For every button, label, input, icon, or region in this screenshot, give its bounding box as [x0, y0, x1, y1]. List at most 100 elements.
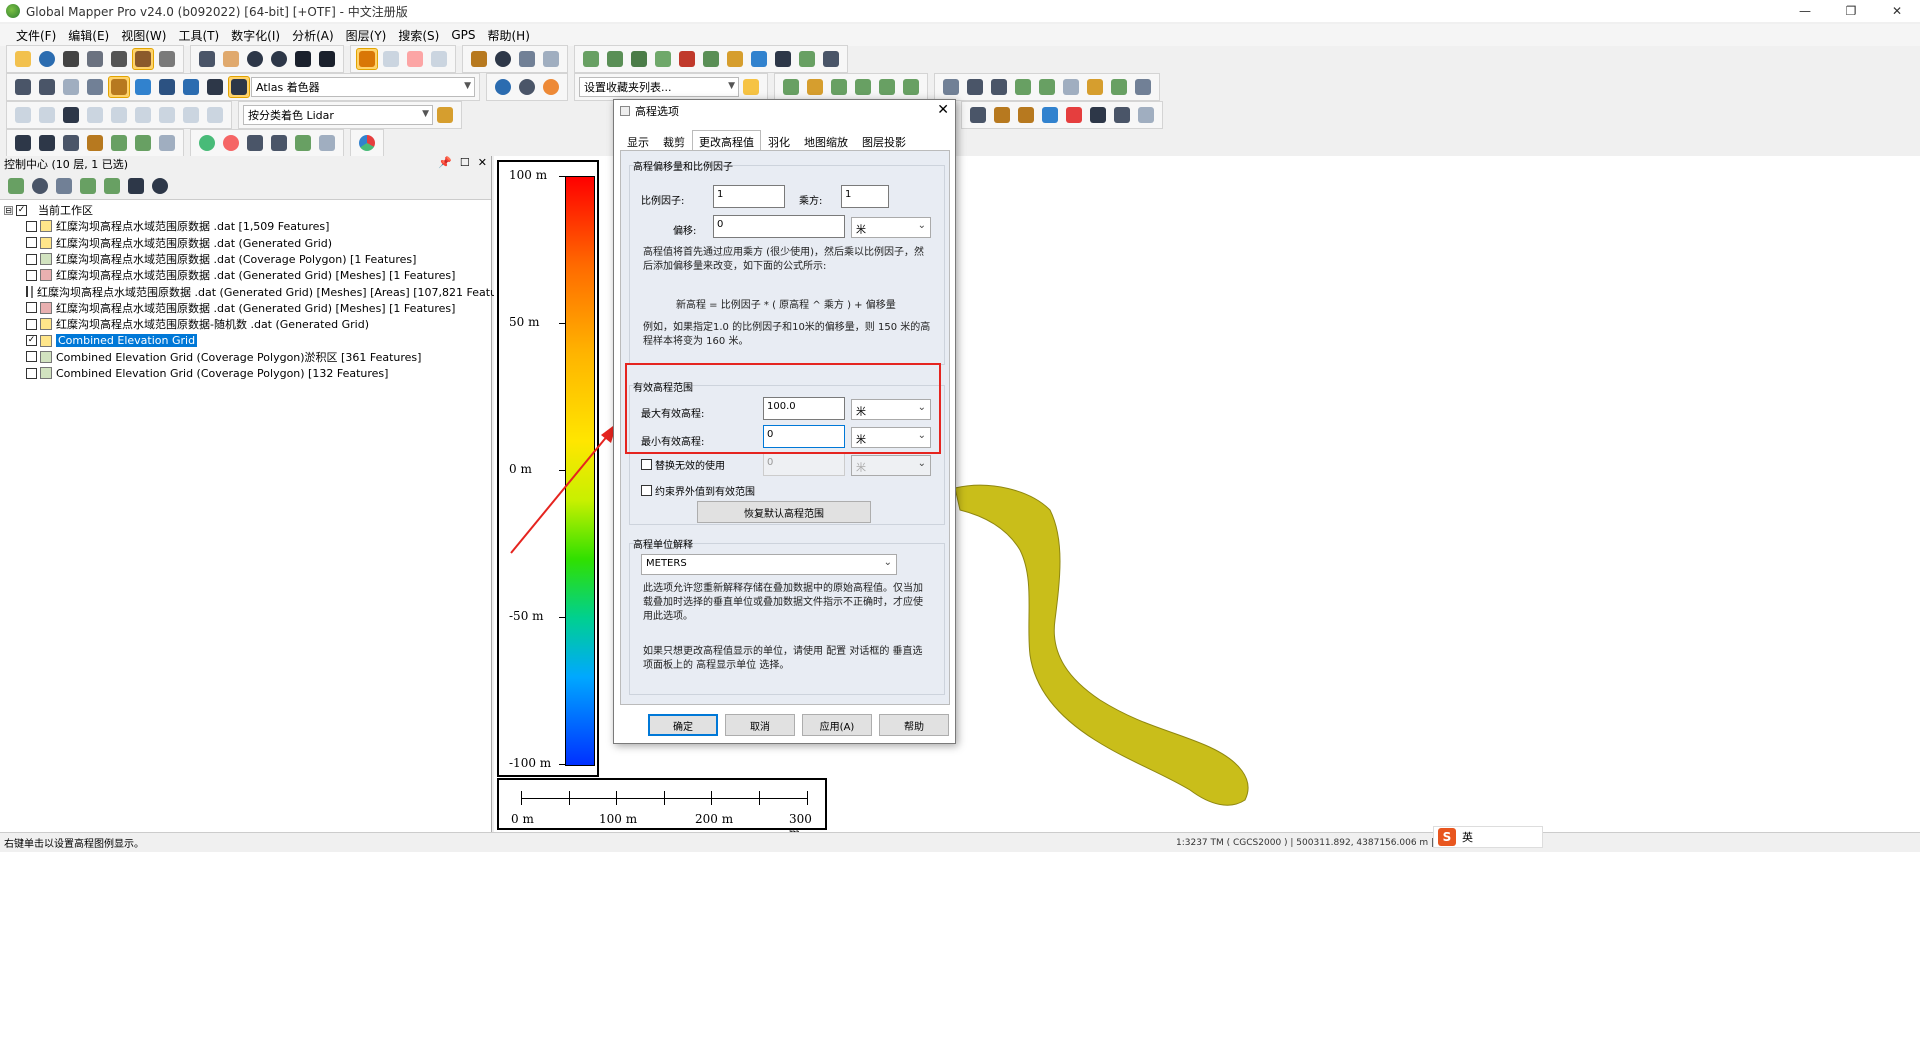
layer-checkbox[interactable]	[26, 302, 37, 314]
lidar-button-1[interactable]	[780, 76, 802, 98]
pin-icon[interactable]: 📌	[438, 156, 452, 169]
layer-row[interactable]: Combined Elevation Grid (Coverage Polygo…	[4, 365, 487, 381]
menu-help[interactable]: 帮助(H)	[482, 27, 536, 44]
zoom-out-button[interactable]	[268, 48, 290, 70]
vertex-button-2[interactable]	[36, 104, 58, 126]
attribute-table-button[interactable]	[53, 175, 75, 197]
close-button[interactable]: ✕	[1874, 0, 1920, 22]
terrain-button-2[interactable]	[604, 48, 626, 70]
gps-tool-5[interactable]	[108, 132, 130, 154]
vertex-button-9[interactable]	[204, 104, 226, 126]
online-data-button[interactable]	[492, 76, 514, 98]
viewshed-button[interactable]	[772, 48, 794, 70]
layer-row[interactable]: 红糜沟坝高程点水域范围原数据 .dat (Generated Grid) [Me…	[4, 300, 487, 316]
menu-layer[interactable]: 图层(Y)	[340, 27, 393, 44]
menu-file[interactable]: 文件(F)	[10, 27, 62, 44]
save-button[interactable]	[60, 48, 82, 70]
layer-add-button[interactable]	[77, 175, 99, 197]
digitizer-button[interactable]	[356, 48, 378, 70]
layer-row[interactable]: 红糜沟坝高程点水域范围原数据 .dat [1,509 Features]	[4, 218, 487, 234]
lidar-tool-3[interactable]	[988, 76, 1010, 98]
contour-button[interactable]	[724, 48, 746, 70]
shader-button-1[interactable]	[132, 76, 154, 98]
terrain-button-4[interactable]	[652, 48, 674, 70]
layer-remove-button[interactable]	[149, 175, 171, 197]
feature-button-5[interactable]	[1063, 104, 1085, 126]
select-button[interactable]	[380, 48, 402, 70]
offset-input[interactable]: 0	[713, 215, 845, 238]
shader-button-2[interactable]	[156, 76, 178, 98]
layer-search-button[interactable]	[101, 175, 123, 197]
menu-digitize[interactable]: 数字化(I)	[225, 27, 286, 44]
lidar-tool-4[interactable]	[1012, 76, 1034, 98]
delete-button[interactable]	[404, 48, 426, 70]
lidar-color-select[interactable]: 按分类着色 Lidar ▼	[243, 105, 433, 125]
hillshade-button[interactable]	[108, 76, 130, 98]
minimize-button[interactable]: —	[1782, 0, 1828, 22]
config-button[interactable]	[108, 48, 130, 70]
feature-button-8[interactable]	[1135, 104, 1157, 126]
shader-button-5[interactable]	[228, 76, 250, 98]
terrain-button-1[interactable]	[580, 48, 602, 70]
lidar-tool-6[interactable]	[1060, 76, 1082, 98]
lidar-button-6[interactable]	[900, 76, 922, 98]
vertex-button-8[interactable]	[180, 104, 202, 126]
home-button[interactable]	[316, 48, 338, 70]
workspace-node[interactable]: ⊟ ✓ 当前工作区	[4, 202, 487, 218]
record-button-3[interactable]	[292, 132, 314, 154]
replace-invalid-unit-select[interactable]: 米 ⌄	[851, 455, 931, 476]
clamp-checkbox[interactable]	[641, 485, 652, 496]
feature-button-7[interactable]	[1111, 104, 1133, 126]
menu-gps[interactable]: GPS	[445, 28, 481, 42]
restore-button[interactable]: ❐	[1828, 0, 1874, 22]
layer-checkbox[interactable]: ✓	[26, 335, 37, 347]
workspace-checkbox[interactable]: ✓	[16, 204, 27, 216]
menu-edit[interactable]: 编辑(E)	[62, 27, 115, 44]
gps-tool-2[interactable]	[36, 132, 58, 154]
gps-tool-6[interactable]	[132, 132, 154, 154]
lidar-tool-7[interactable]	[1084, 76, 1106, 98]
edit-button[interactable]	[428, 48, 450, 70]
lidar-tool-2[interactable]	[964, 76, 986, 98]
play-button[interactable]	[196, 132, 218, 154]
info-button[interactable]	[492, 48, 514, 70]
zoom-box-button[interactable]	[196, 48, 218, 70]
scale-factor-input[interactable]: 1	[713, 185, 785, 208]
record-button-1[interactable]	[244, 132, 266, 154]
open-folder-button[interactable]	[12, 48, 34, 70]
menu-search[interactable]: 搜索(S)	[392, 27, 445, 44]
menu-analysis[interactable]: 分析(A)	[286, 27, 340, 44]
ok-button[interactable]: 确定	[648, 714, 718, 736]
replace-invalid-input[interactable]: 0	[763, 453, 845, 476]
export-button[interactable]	[84, 48, 106, 70]
shader-select[interactable]: Atlas 着色器 ▼	[251, 77, 475, 97]
dialog-close-button[interactable]: ✕	[937, 102, 949, 118]
vertex-button-6[interactable]	[132, 104, 154, 126]
power-input[interactable]: 1	[841, 185, 889, 208]
tab-display[interactable]: 显示	[620, 130, 656, 150]
measure-button[interactable]	[468, 48, 490, 70]
close-panel-icon[interactable]: ✕	[478, 156, 487, 169]
help-button[interactable]: 帮助	[879, 714, 949, 736]
zoom-to-layer-button[interactable]	[5, 175, 27, 197]
layer-row[interactable]: ✓ Combined Elevation Grid	[4, 332, 487, 348]
layer-row[interactable]: 红糜沟坝高程点水域范围原数据 .dat (Coverage Polygon) […	[4, 251, 487, 267]
tab-feather[interactable]: 羽化	[761, 130, 797, 150]
layer-checkbox[interactable]	[26, 253, 37, 265]
feature-button-1[interactable]	[967, 104, 989, 126]
check-button[interactable]	[1108, 76, 1130, 98]
gps-tool-3[interactable]	[60, 132, 82, 154]
view-button-1[interactable]	[12, 76, 34, 98]
layer-row[interactable]: Combined Elevation Grid (Coverage Polygo…	[4, 349, 487, 365]
scale-bar[interactable]: 0 m 100 m 200 m 300 m	[497, 778, 827, 840]
view-button-3[interactable]	[60, 76, 82, 98]
lidar-button-3[interactable]	[828, 76, 850, 98]
layer-checkbox[interactable]	[26, 351, 37, 363]
stop-button[interactable]	[220, 132, 242, 154]
elevation-units-select[interactable]: METERS ⌄	[641, 554, 897, 575]
ime-toolbar[interactable]: S 英	[1433, 826, 1543, 848]
overview-button[interactable]	[156, 48, 178, 70]
tab-change-elevation[interactable]: 更改高程值	[692, 130, 761, 150]
apply-button[interactable]: 应用(A)	[802, 714, 872, 736]
tab-layer-projection[interactable]: 图层投影	[855, 130, 913, 150]
